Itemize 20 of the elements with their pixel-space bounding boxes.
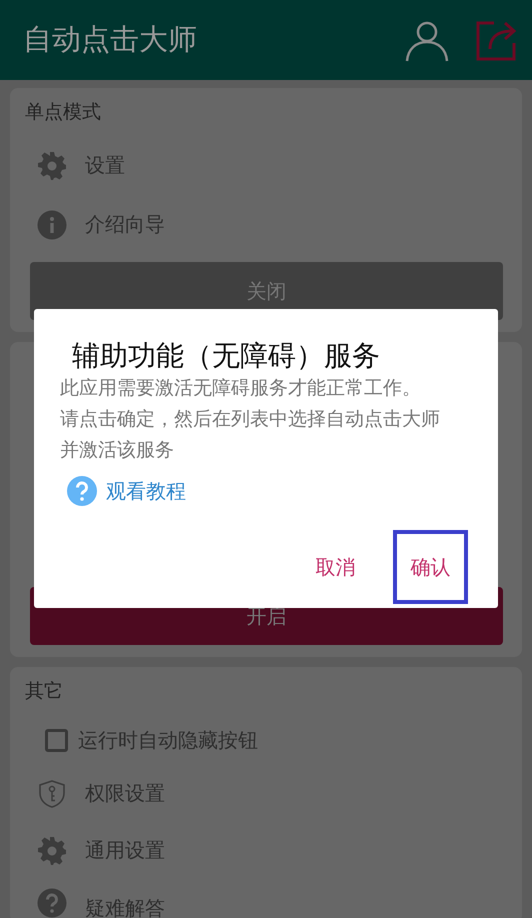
gear-icon <box>37 150 67 180</box>
gear-icon <box>37 836 67 866</box>
tutorial-link[interactable]: 观看教程 <box>106 478 186 504</box>
help-icon <box>67 476 97 506</box>
menu-item[interactable]: 疑难解答 <box>85 898 165 918</box>
menu-item[interactable]: 运行时自动隐藏按钮 <box>78 726 258 754</box>
menu-item[interactable]: 设置 <box>85 152 125 179</box>
checkbox[interactable] <box>45 728 68 752</box>
menu-item[interactable]: 权限设置 <box>85 780 165 807</box>
dialog-title: 辅助功能（无障碍）服务 <box>72 338 381 374</box>
info-icon <box>37 210 67 240</box>
dialog-button[interactable]: 确认 <box>393 530 468 604</box>
dialog-message: 此应用需要激活无障碍服务才能正常工作。 <box>60 376 422 401</box>
section-title: 单点模式 <box>25 100 101 125</box>
menu-item[interactable]: 通用设置 <box>85 837 165 864</box>
section-title: 其它 <box>25 679 63 704</box>
app-title: 自动点击大师 <box>23 21 198 58</box>
menu-item[interactable]: 介绍向导 <box>85 211 165 238</box>
shield-icon <box>37 778 67 808</box>
dialog-message: 请点击确定，然后在列表中选择自动点击大师并激活该服务 <box>60 407 441 463</box>
